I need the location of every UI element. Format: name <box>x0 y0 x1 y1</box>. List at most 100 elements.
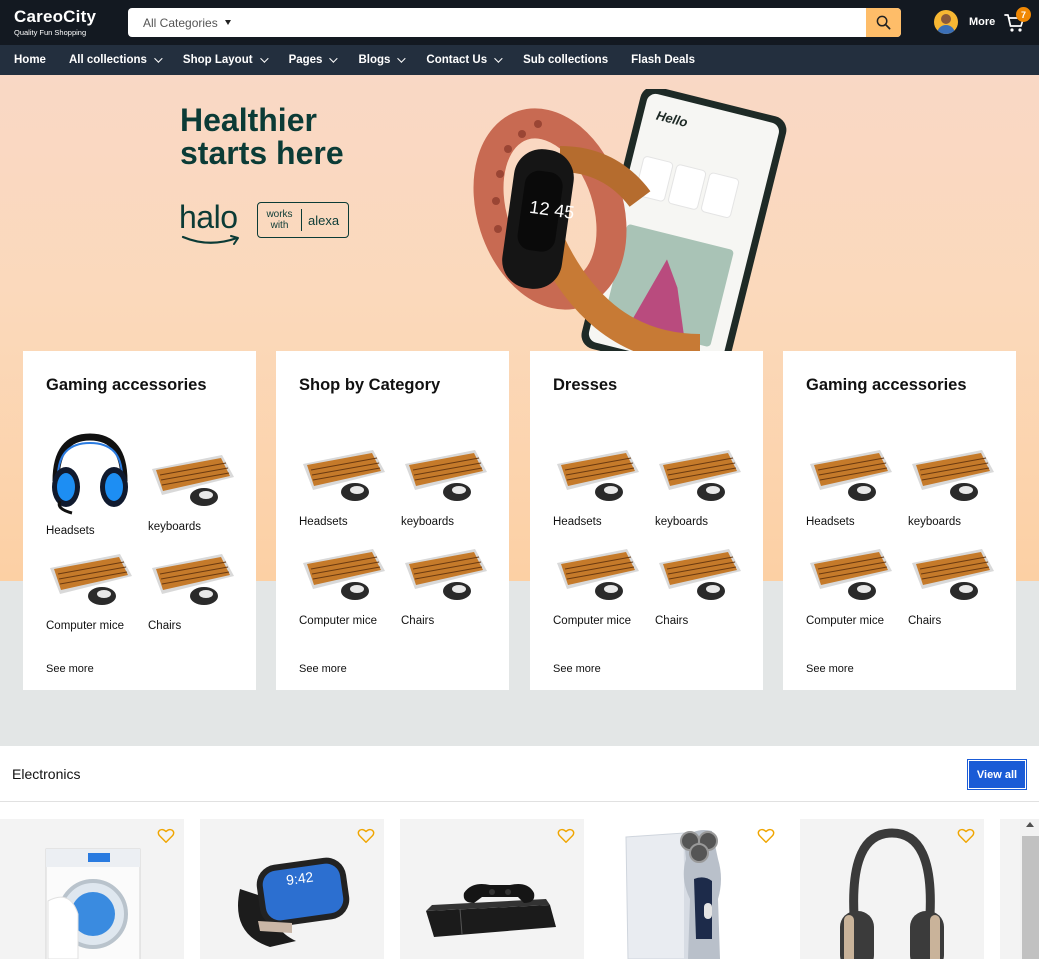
keyboard-mouse-image <box>152 554 234 605</box>
brand-tagline: Quality Fun Shopping <box>14 28 87 37</box>
chevron-down-icon <box>397 54 407 63</box>
headset-image <box>52 433 128 515</box>
tile-computer-mice[interactable]: Computer mice <box>553 545 643 627</box>
nav-item-label: Home <box>14 54 46 66</box>
tile-chairs[interactable]: Chairs <box>148 550 238 632</box>
category-card-gaming-accessories-2: Gaming accessories Headsets keyboards Co… <box>783 351 1016 690</box>
smile-arrow-icon <box>181 235 239 245</box>
product-card-next-partial[interactable] <box>1000 819 1020 959</box>
keyboard-mouse-image <box>405 450 487 501</box>
tile-computer-mice[interactable]: Computer mice <box>806 545 896 627</box>
tile-label: Chairs <box>908 615 942 627</box>
wishlist-heart-icon[interactable] <box>757 828 775 844</box>
tile-label: Chairs <box>401 615 435 627</box>
chevron-down-icon <box>329 54 339 63</box>
tile-label: Computer mice <box>299 615 377 627</box>
tile-headsets[interactable]: Headsets <box>806 446 896 528</box>
wishlist-heart-icon[interactable] <box>157 828 175 844</box>
product-card-electric-shaver[interactable] <box>600 819 784 959</box>
chevron-down-icon <box>494 54 503 63</box>
scroll-up-arrow-icon[interactable] <box>1026 822 1034 827</box>
account-menu[interactable]: More <box>934 10 995 34</box>
tile-keyboards[interactable]: keyboards <box>148 451 238 533</box>
top-header: CareoCity Quality Fun Shopping All Categ… <box>0 0 1039 45</box>
tile-label: Computer mice <box>553 615 631 627</box>
nav-item-shop-layout[interactable]: Shop Layout <box>182 54 269 66</box>
tile-label: Chairs <box>148 620 182 632</box>
card-title: Gaming accessories <box>806 376 967 394</box>
nav-item-label: Blogs <box>358 54 391 66</box>
nav-item-label: Pages <box>288 54 323 66</box>
keyboard-mouse-image <box>405 549 487 600</box>
nav-item-all-collections[interactable]: All collections <box>69 54 163 66</box>
see-more-link[interactable]: See more <box>299 663 347 675</box>
cart-count-badge: 7 <box>1016 7 1031 22</box>
see-more-link[interactable]: See more <box>553 663 601 675</box>
tile-label: Headsets <box>299 516 348 528</box>
tile-computer-mice[interactable]: Computer mice <box>299 545 389 627</box>
nav-item-flash-deals[interactable]: Flash Deals <box>631 54 695 66</box>
category-select-value: All Categories <box>143 15 218 30</box>
tile-label: Headsets <box>806 516 855 528</box>
tile-label: keyboards <box>655 516 709 528</box>
wishlist-heart-icon[interactable] <box>957 828 975 844</box>
scrollbar-thumb[interactable] <box>1022 836 1039 959</box>
card-title: Gaming accessories <box>46 376 207 394</box>
see-more-link[interactable]: See more <box>46 663 94 675</box>
brand-name: CareoCity <box>14 7 97 26</box>
tile-keyboards[interactable]: keyboards <box>908 446 998 528</box>
tile-chairs[interactable]: Chairs <box>401 545 491 627</box>
nav-item-pages[interactable]: Pages <box>288 54 339 66</box>
tile-keyboards[interactable]: keyboards <box>401 446 491 528</box>
chevron-down-icon <box>154 54 163 63</box>
nav-item-label: Shop Layout <box>182 54 253 66</box>
tile-headsets[interactable]: Headsets <box>299 446 389 528</box>
nav-item-blogs[interactable]: Blogs <box>358 54 407 66</box>
tile-label: Headsets <box>553 516 602 528</box>
product-card-smartwatch[interactable]: 9:42 <box>200 819 384 959</box>
product-card-headphones[interactable] <box>800 819 984 959</box>
tile-label: Headsets <box>46 525 95 537</box>
nav-item-label: Contact Us <box>426 54 488 66</box>
keyboard-mouse-image <box>912 450 994 501</box>
card-title: Shop by Category <box>299 376 441 394</box>
tile-label: Computer mice <box>46 620 124 632</box>
product-card-game-console[interactable] <box>400 819 584 959</box>
nav-item-home[interactable]: Home <box>14 54 46 66</box>
nav-item-contact-us[interactable]: Contact Us <box>426 54 503 66</box>
badge-works-with: works with <box>258 209 302 231</box>
works-with-alexa-badge: works with alexa <box>257 202 349 238</box>
wishlist-heart-icon[interactable] <box>557 828 575 844</box>
search-icon <box>876 15 891 30</box>
category-card-gaming-accessories: Gaming accessories Headsets keyboards Co… <box>23 351 256 690</box>
tile-chairs[interactable]: Chairs <box>908 545 998 627</box>
nav-item-sub-collections[interactable]: Sub collections <box>523 54 608 66</box>
tile-headsets[interactable]: Headsets <box>46 431 136 537</box>
keyboard-mouse-image <box>557 450 639 501</box>
keyboard-mouse-image <box>303 549 385 600</box>
badge-alexa: alexa <box>308 212 340 228</box>
tile-label: keyboards <box>401 516 455 528</box>
search-button[interactable] <box>866 8 901 37</box>
tile-chairs[interactable]: Chairs <box>655 545 745 627</box>
keyboard-mouse-image <box>152 455 234 506</box>
wishlist-heart-icon[interactable] <box>357 828 375 844</box>
tile-computer-mice[interactable]: Computer mice <box>46 550 136 632</box>
search-input[interactable] <box>240 8 860 37</box>
electronics-section: Electronics View all 9:42 <box>0 746 1039 959</box>
tile-keyboards[interactable]: keyboards <box>655 446 745 528</box>
see-more-link[interactable]: See more <box>806 663 854 675</box>
keyboard-mouse-image <box>810 450 892 501</box>
tile-label: Computer mice <box>806 615 884 627</box>
more-label: More <box>969 16 996 28</box>
view-all-button[interactable]: View all <box>967 759 1027 790</box>
tile-headsets[interactable]: Headsets <box>553 446 643 528</box>
product-card-washing-machine[interactable] <box>0 819 184 959</box>
category-card-shop-by-category: Shop by Category Headsets keyboards Comp… <box>276 351 509 690</box>
section-header: Electronics View all <box>0 746 1039 802</box>
nav-item-label: Sub collections <box>523 54 609 66</box>
keyboard-mouse-image <box>557 549 639 600</box>
keyboard-mouse-image <box>659 549 741 600</box>
brand-logo[interactable]: CareoCity Quality Fun Shopping <box>14 7 96 37</box>
category-select[interactable]: All Categories <box>128 8 240 37</box>
